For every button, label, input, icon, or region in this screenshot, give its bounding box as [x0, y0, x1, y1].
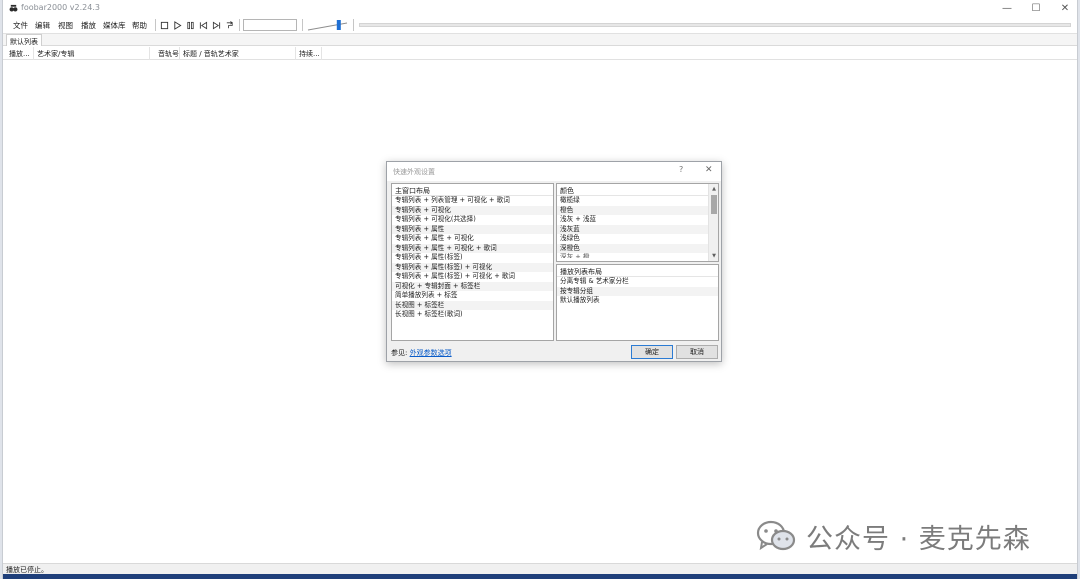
playlist-layout-list[interactable]: 播放列表布局 分离专辑 & 艺术家分栏 按专辑分组 默认播放列表 — [556, 264, 719, 341]
color-option[interactable]: 橄榄绿 — [557, 196, 718, 206]
column-track-number[interactable]: 音轨号 — [158, 49, 179, 59]
close-button[interactable]: ✕ — [1051, 0, 1079, 17]
minimize-icon: — — [1002, 3, 1012, 14]
column-title[interactable]: 标题 / 音轨艺术家 — [183, 49, 239, 59]
stop-icon — [160, 21, 169, 29]
volume-slider[interactable] — [307, 19, 349, 31]
menu-file[interactable]: 文件 — [13, 20, 28, 31]
color-option[interactable]: 浅绿色 — [557, 234, 718, 244]
layout-option[interactable]: 长视图 + 标签栏(歌词) — [392, 310, 553, 320]
title-bar: foobar2000 v2.24.3 — ☐ ✕ — [3, 0, 1077, 17]
next-button[interactable] — [211, 19, 222, 31]
toolbar-separator — [302, 19, 303, 31]
column-divider[interactable] — [149, 47, 150, 60]
playlist-tab-strip: 默认列表 — [3, 33, 1077, 46]
maximize-button[interactable]: ☐ — [1022, 0, 1050, 17]
taskbar-edge — [3, 574, 1077, 579]
column-divider[interactable] — [179, 47, 180, 60]
close-icon: ✕ — [1060, 3, 1070, 14]
menu-view[interactable]: 视图 — [58, 20, 73, 31]
layout-option[interactable]: 专辑列表 + 属性 — [392, 224, 553, 234]
minimize-button[interactable]: — — [993, 0, 1021, 17]
play-icon — [174, 20, 182, 30]
layout-option[interactable]: 专辑列表 + 属性 + 可视化 + 歌词 — [392, 243, 553, 253]
color-list-scrollbar[interactable]: ▲ ▼ — [708, 184, 718, 261]
maximize-icon: ☐ — [1031, 3, 1041, 14]
column-divider[interactable] — [321, 47, 322, 60]
stop-button[interactable] — [159, 19, 170, 31]
pause-button[interactable] — [185, 19, 196, 31]
next-icon — [212, 21, 221, 29]
layout-option[interactable]: 简单播放列表 + 标签 — [392, 291, 553, 301]
layout-option[interactable]: 专辑列表 + 可视化(共选择) — [392, 215, 553, 225]
color-option[interactable]: 深橙色 — [557, 243, 718, 253]
quick-appearance-dialog: 快速外观设置 ? ✕ 主窗口布局 专辑列表 + 列表管理 + 可视化 + 歌词 … — [386, 161, 722, 362]
color-list[interactable]: 颜色 橄榄绿 橙色 浅灰 + 浅蓝 浅灰蓝 浅绿色 深橙色 深灰 + 橙 ▲ ▼ — [556, 183, 719, 262]
seek-bar[interactable] — [359, 23, 1071, 27]
ok-button[interactable]: 确定 — [631, 345, 673, 359]
pause-icon — [187, 21, 194, 29]
column-artist-album[interactable]: 艺术家/专辑 — [37, 49, 74, 59]
playlist-column-header: 播放... 艺术家/专辑 音轨号 标题 / 音轨艺术家 持续... — [3, 47, 1077, 60]
menu-help[interactable]: 帮助 — [132, 20, 147, 31]
see-also: 参见: 外观参数选项 — [391, 348, 452, 358]
color-option[interactable]: 橙色 — [557, 205, 718, 215]
status-bar: 播放已停止。 — [3, 563, 1077, 574]
dialog-title: 快速外观设置 — [393, 168, 435, 176]
color-list-header: 颜色 — [557, 184, 718, 196]
layout-option[interactable]: 专辑列表 + 属性(标签) + 可视化 + 歌词 — [392, 272, 553, 282]
layout-option[interactable]: 可视化 + 专辑封面 + 标签栏 — [392, 281, 553, 291]
previous-button[interactable] — [198, 19, 209, 31]
foobar-app-icon — [9, 4, 18, 12]
dialog-title-bar: 快速外观设置 ? ✕ — [387, 162, 721, 181]
playlist-layout-option[interactable]: 默认播放列表 — [557, 296, 718, 306]
playback-order-box[interactable] — [243, 19, 297, 31]
column-playing[interactable]: 播放... — [9, 49, 30, 59]
menu-edit[interactable]: 编辑 — [35, 20, 50, 31]
layout-option[interactable]: 专辑列表 + 属性(标签) + 可视化 — [392, 262, 553, 272]
watermark-text: 公众号 · 麦克先森 — [806, 523, 1031, 555]
layout-option[interactable]: 专辑列表 + 属性(标签) — [392, 253, 553, 263]
color-option[interactable]: 浅灰 + 浅蓝 — [557, 215, 718, 225]
column-duration[interactable]: 持续... — [299, 49, 320, 59]
color-option[interactable]: 深灰 + 橙 — [557, 253, 718, 258]
scroll-thumb[interactable] — [711, 195, 717, 214]
see-also-label: 参见: — [391, 349, 410, 357]
color-option[interactable]: 浅灰蓝 — [557, 224, 718, 234]
playlist-layout-option[interactable]: 分离专辑 & 艺术家分栏 — [557, 277, 718, 287]
layout-option[interactable]: 专辑列表 + 可视化 — [392, 205, 553, 215]
menu-library[interactable]: 媒体库 — [103, 20, 126, 31]
random-icon — [226, 20, 233, 28]
play-button[interactable] — [172, 19, 183, 31]
menu-toolbar-row: 文件 编辑 视图 播放 媒体库 帮助 — [3, 17, 1077, 33]
random-button[interactable] — [224, 19, 235, 31]
playlist-layout-option[interactable]: 按专辑分组 — [557, 286, 718, 296]
layout-option[interactable]: 专辑列表 + 列表管理 + 可视化 + 歌词 — [392, 196, 553, 206]
column-divider[interactable] — [295, 47, 296, 60]
toolbar-separator — [353, 19, 354, 31]
previous-icon — [199, 21, 208, 29]
main-layout-list[interactable]: 主窗口布局 专辑列表 + 列表管理 + 可视化 + 歌词 专辑列表 + 可视化 … — [391, 183, 554, 341]
menu-playback[interactable]: 播放 — [81, 20, 96, 31]
layout-option[interactable]: 长视图 + 标签栏 — [392, 300, 553, 310]
scroll-up-arrow-icon[interactable]: ▲ — [711, 186, 717, 192]
main-layout-header: 主窗口布局 — [392, 184, 553, 196]
toolbar-separator — [155, 19, 156, 31]
layout-option[interactable]: 专辑列表 + 属性 + 可视化 — [392, 234, 553, 244]
playlist-layout-header: 播放列表布局 — [557, 265, 718, 277]
dialog-close-icon[interactable]: ✕ — [705, 165, 713, 175]
appearance-options-link[interactable]: 外观参数选项 — [410, 349, 452, 357]
window-title: foobar2000 v2.24.3 — [21, 3, 100, 12]
toolbar-separator — [239, 19, 240, 31]
column-divider[interactable] — [33, 47, 34, 60]
wechat-watermark: 公众号 · 麦克先森 — [756, 518, 1031, 555]
volume-thumb[interactable] — [336, 20, 341, 30]
volume-track — [307, 22, 348, 31]
help-icon[interactable]: ? — [679, 165, 683, 174]
main-window: foobar2000 v2.24.3 — ☐ ✕ 文件 编辑 视图 播放 媒体库… — [2, 0, 1078, 579]
scroll-down-arrow-icon[interactable]: ▼ — [711, 253, 717, 259]
cancel-button[interactable]: 取消 — [676, 345, 718, 359]
tab-default-playlist[interactable]: 默认列表 — [6, 34, 42, 46]
wechat-logo-icon — [756, 520, 796, 551]
